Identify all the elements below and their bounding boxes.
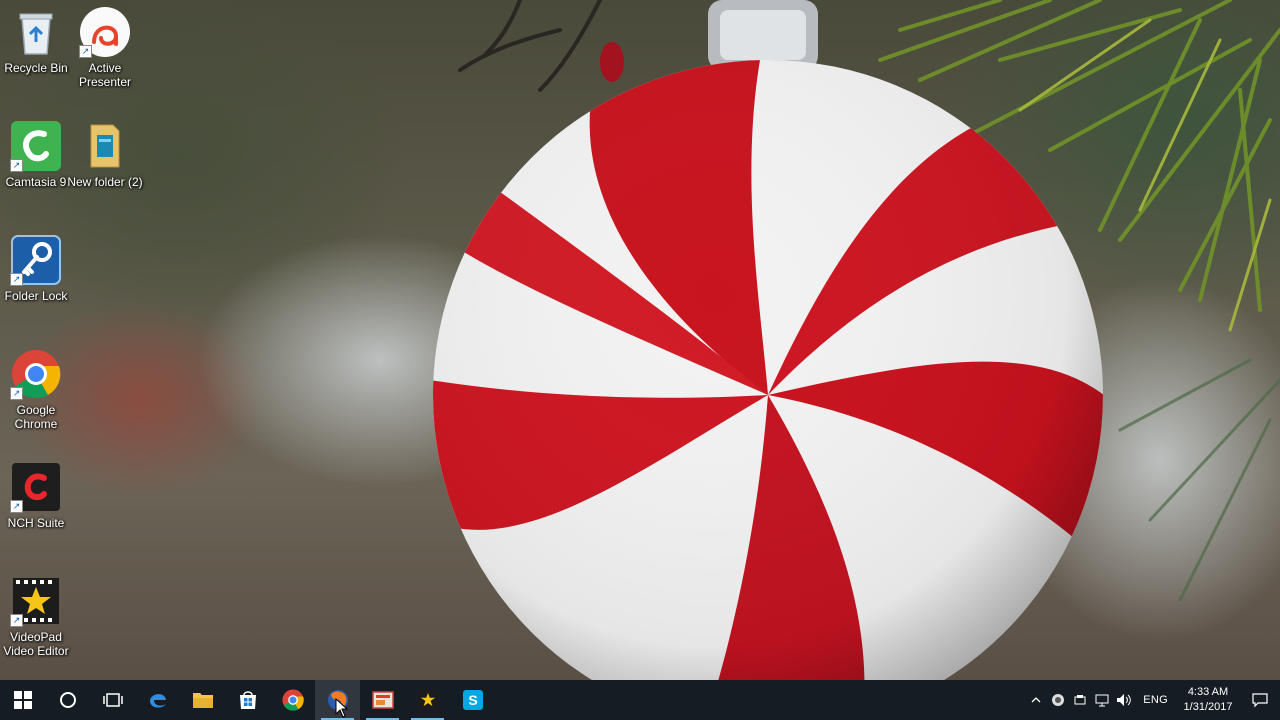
- desktop-icon-new-folder-2[interactable]: New folder (2): [67, 120, 143, 189]
- desktop-icon-active-presenter[interactable]: ↗ Active Presenter: [69, 6, 141, 89]
- desktop-icon-label: New folder (2): [67, 175, 143, 189]
- desktop-icon-label: Recycle Bin: [4, 61, 68, 75]
- desktop-icon-label: Folder Lock: [4, 289, 68, 303]
- edge-icon: [149, 694, 166, 708]
- folder-icon: [192, 693, 213, 708]
- edge-button[interactable]: [135, 680, 180, 720]
- folder-lock-icon: ↗: [10, 234, 62, 286]
- usb-device-icon[interactable]: [1069, 680, 1091, 720]
- cortana-search-button[interactable]: [45, 680, 90, 720]
- start-button[interactable]: [0, 680, 45, 720]
- clock-time: 4:33 AM: [1187, 686, 1229, 698]
- desktop-icon-label: NCH Suite: [7, 516, 65, 530]
- wallpaper-art: [433, 0, 1280, 680]
- file-explorer-button[interactable]: [180, 680, 225, 720]
- desktop-icon-label: Camtasia 9: [5, 175, 67, 189]
- volume-icon[interactable]: [1113, 680, 1135, 720]
- nch-suite-icon: ↗: [10, 461, 62, 513]
- task-view-icon: [102, 693, 123, 707]
- desktop-icon-folder-lock[interactable]: ↗ Folder Lock: [0, 234, 72, 303]
- desktop-wallpaper: [0, 0, 1280, 680]
- skype-icon: S: [462, 690, 483, 710]
- input-language-indicator[interactable]: ENG: [1135, 694, 1176, 706]
- desktop-icon-nch-suite[interactable]: ↗ NCH Suite: [0, 461, 72, 530]
- skype-button[interactable]: S: [450, 680, 495, 720]
- camtasia-icon: ↗: [10, 120, 62, 172]
- shortcut-arrow-icon: ↗: [10, 614, 23, 627]
- chevron-up-icon[interactable]: [1025, 680, 1047, 720]
- presenter-icon: [371, 691, 394, 709]
- shortcut-arrow-icon: ↗: [10, 500, 23, 513]
- desktop-icon-label: Active Presenter: [78, 61, 132, 89]
- chrome-taskbar-button[interactable]: [270, 680, 315, 720]
- windows-logo-icon: [13, 691, 32, 709]
- chrome-icon: [281, 689, 304, 711]
- clock[interactable]: 4:33 AM 1/31/2017: [1176, 685, 1240, 715]
- desktop-icon-camtasia[interactable]: ↗ Camtasia 9: [0, 120, 72, 189]
- recycle-bin-icon: [10, 6, 62, 58]
- videopad-taskbar-button[interactable]: [405, 680, 450, 720]
- app-tray-icon[interactable]: [1047, 680, 1069, 720]
- store-icon: [239, 691, 256, 709]
- shortcut-arrow-icon: ↗: [10, 159, 23, 172]
- system-tray: ENG 4:33 AM 1/31/2017: [1025, 680, 1280, 720]
- shortcut-arrow-icon: ↗: [79, 45, 92, 58]
- desktop-icon-label: VideoPad Video Editor: [3, 630, 69, 658]
- chrome-icon: ↗: [10, 348, 62, 400]
- clock-date: 1/31/2017: [1183, 701, 1233, 713]
- notification-icon: [1252, 693, 1268, 708]
- folder-icon: [79, 120, 131, 172]
- taskbar: S ENG 4:33 AM 1/31/2017: [0, 680, 1280, 720]
- presentation-app-button[interactable]: [360, 680, 405, 720]
- active-presenter-icon: ↗: [79, 6, 131, 58]
- store-button[interactable]: [225, 680, 270, 720]
- action-center-button[interactable]: [1240, 680, 1280, 720]
- desktop-icon-recycle-bin[interactable]: Recycle Bin: [0, 6, 72, 75]
- videopad-icon: ↗: [10, 575, 62, 627]
- task-view-button[interactable]: [90, 680, 135, 720]
- desktop-icon-google-chrome[interactable]: ↗ Google Chrome: [0, 348, 72, 431]
- circle-icon: [59, 692, 76, 708]
- desktop-icon-label: Google Chrome: [14, 403, 58, 431]
- videopad-icon: [417, 689, 438, 711]
- svg-text:S: S: [468, 692, 477, 708]
- desktop-icon-videopad[interactable]: ↗ VideoPad Video Editor: [0, 575, 72, 658]
- mouse-cursor-icon: [335, 698, 349, 718]
- shortcut-arrow-icon: ↗: [10, 387, 23, 400]
- network-icon[interactable]: [1091, 680, 1113, 720]
- shortcut-arrow-icon: ↗: [10, 273, 23, 286]
